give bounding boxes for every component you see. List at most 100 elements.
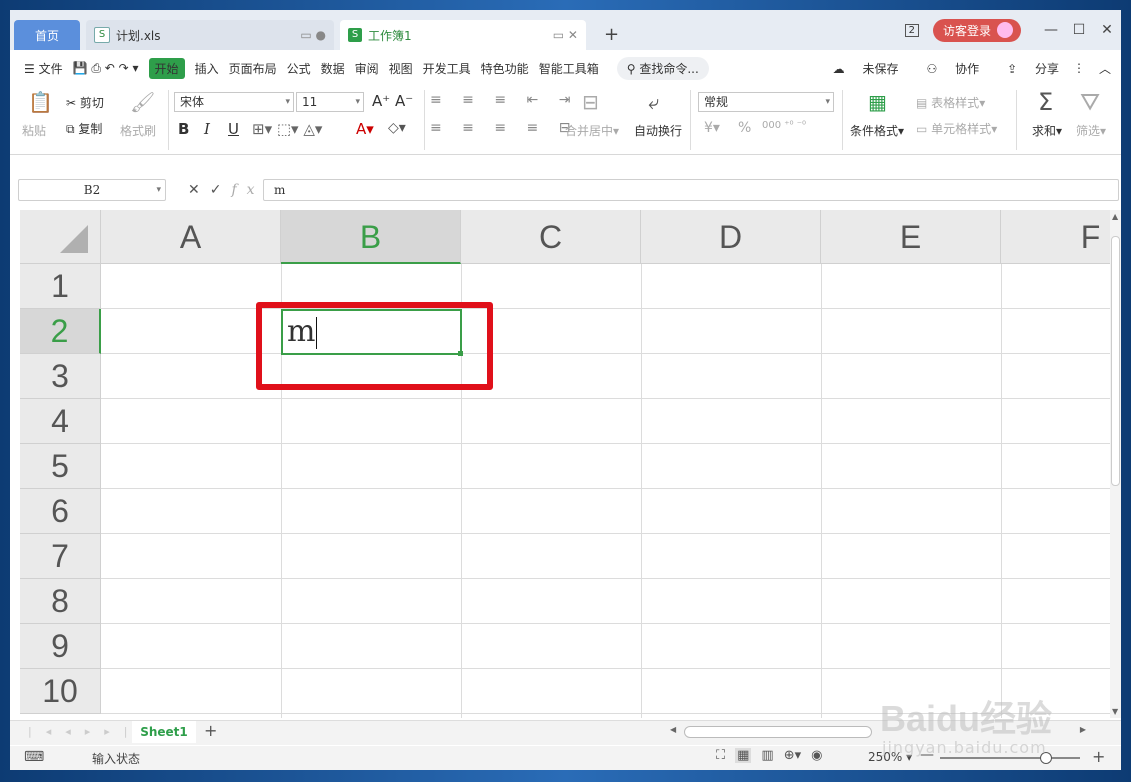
font-size-increase-icon[interactable]: A⁺ A⁻	[372, 92, 413, 110]
underline-button[interactable]: U	[228, 120, 239, 138]
filter-icon[interactable]: ⛛	[1080, 88, 1100, 116]
share-button[interactable]: ⇪ 分享	[993, 60, 1059, 77]
conditional-format-button[interactable]: 条件格式▾	[850, 122, 904, 139]
menu-data[interactable]: 数据	[321, 60, 345, 77]
format-painter-label[interactable]: 格式刷	[120, 122, 156, 139]
zoom-slider-knob[interactable]	[1040, 752, 1052, 764]
paste-label[interactable]: 粘贴	[22, 122, 46, 139]
column-header-e[interactable]: E	[821, 210, 1001, 264]
zoom-out-button[interactable]: —	[920, 747, 934, 763]
align-top-icons[interactable]: ≡ ≡ ≡ ⇤ ⇥	[430, 92, 578, 108]
italic-button[interactable]: I	[204, 120, 210, 138]
tab-home[interactable]: 首页	[14, 20, 80, 50]
menu-formula[interactable]: 公式	[287, 60, 311, 77]
scroll-right-icon[interactable]: ▶	[1080, 725, 1086, 734]
name-box[interactable]: B2 ▾	[18, 179, 166, 201]
row-header-5[interactable]: 5	[20, 444, 101, 489]
formula-input[interactable]: m	[263, 179, 1119, 201]
percent-button[interactable]: %	[738, 120, 751, 136]
filter-button[interactable]: 筛选▾	[1076, 122, 1106, 139]
copy-button[interactable]: ⧉ 复制	[66, 120, 102, 137]
menu-developer[interactable]: 开发工具	[423, 60, 471, 77]
tab-close-icon[interactable]: ▭ ✕	[553, 28, 578, 42]
maximize-button[interactable]: ☐	[1065, 22, 1093, 38]
row-header-7[interactable]: 7	[20, 534, 101, 579]
clear-format-icon[interactable]: ◇▾	[388, 120, 406, 136]
eye-protection-icon[interactable]: ◉	[811, 748, 822, 763]
column-header-c[interactable]: C	[461, 210, 641, 264]
zoom-level[interactable]: 250% ▾	[868, 750, 912, 764]
menu-file[interactable]: ☰ 文件	[24, 60, 63, 77]
row-header-8[interactable]: 8	[20, 579, 101, 624]
macro-record-icon[interactable]: ⌨	[24, 749, 44, 765]
scroll-down-icon[interactable]: ▼	[1112, 707, 1118, 716]
row-header-2[interactable]: 2	[20, 309, 101, 354]
horizontal-scrollbar[interactable]: ◀ ▶	[664, 725, 1090, 739]
scroll-up-icon[interactable]: ▲	[1112, 212, 1118, 221]
menu-smart-tools[interactable]: 智能工具箱	[539, 60, 599, 77]
currency-button[interactable]: ¥▾	[704, 120, 720, 136]
font-size-select[interactable]: 11 ▾	[296, 92, 364, 112]
sum-icon[interactable]: Σ	[1038, 88, 1053, 116]
column-header-f[interactable]: F	[1001, 210, 1110, 264]
unsaved-button[interactable]: ☁ 未保存	[819, 60, 899, 77]
paste-icon[interactable]: 📋	[28, 90, 53, 114]
font-name-select[interactable]: 宋体 ▾	[174, 92, 294, 112]
cancel-icon[interactable]: ✕	[188, 182, 210, 198]
sheet-tab-sheet1[interactable]: Sheet1	[132, 721, 196, 743]
tab-file-controls[interactable]: ▭ ●	[300, 28, 326, 42]
tab-file-plan[interactable]: S 计划.xls ▭ ●	[86, 20, 334, 50]
quick-access-icons[interactable]: 💾 ⎙ ↶ ↷ ▾	[73, 61, 139, 76]
add-sheet-button[interactable]: +	[204, 721, 217, 740]
menu-insert[interactable]: 插入	[195, 60, 219, 77]
vertical-scrollbar[interactable]: ▲ ▼	[1110, 210, 1121, 718]
horizontal-scroll-thumb[interactable]	[684, 726, 872, 738]
tab-workbook1[interactable]: S 工作簿1 ▭ ✕	[340, 20, 586, 50]
guest-login-button[interactable]: 访客登录	[932, 18, 1021, 42]
zoom-in-button[interactable]: +	[1092, 747, 1105, 766]
row-header-10[interactable]: 10	[20, 669, 101, 714]
font-color-icon[interactable]: A▾	[356, 120, 374, 138]
column-header-d[interactable]: D	[641, 210, 821, 264]
format-painter-icon[interactable]: 🖌	[130, 90, 155, 114]
table-style-button[interactable]: ▤ 表格样式▾	[916, 94, 985, 111]
minimize-button[interactable]: —	[1037, 22, 1065, 38]
merge-icon[interactable]: ⊟	[582, 90, 599, 114]
normal-view-icon[interactable]: ▦	[735, 748, 752, 763]
row-header-3[interactable]: 3	[20, 354, 101, 399]
command-search[interactable]: ⚲ 查找命令...	[616, 56, 709, 80]
page-layout-view-icon[interactable]: ▥	[761, 748, 773, 763]
column-header-a[interactable]: A	[101, 210, 281, 264]
row-header-9[interactable]: 9	[20, 624, 101, 669]
close-window-button[interactable]: ✕	[1093, 22, 1121, 38]
zoom-slider[interactable]	[940, 752, 1080, 764]
conditional-format-icon[interactable]: ▦	[868, 90, 887, 114]
more-icon[interactable]: ⋮	[1073, 61, 1085, 75]
menu-features[interactable]: 特色功能	[481, 60, 529, 77]
new-tab-button[interactable]: +	[604, 24, 619, 45]
menu-review[interactable]: 审阅	[355, 60, 379, 77]
menu-view[interactable]: 视图	[389, 60, 413, 77]
fullscreen-icon[interactable]: ⛶	[716, 748, 725, 763]
column-header-b[interactable]: B	[281, 210, 461, 264]
border-icon[interactable]: ⊞▾ ⬚▾ ◬▾	[252, 120, 322, 138]
decimal-icons[interactable]: 000 ⁺⁰ ⁻⁰	[762, 120, 806, 131]
row-header-1[interactable]: 1	[20, 264, 101, 309]
bold-button[interactable]: B	[178, 120, 189, 138]
number-format-select[interactable]: 常规 ▾	[698, 92, 834, 112]
sum-button[interactable]: 求和▾	[1032, 122, 1062, 139]
confirm-icon[interactable]: ✓	[210, 182, 232, 198]
collab-button[interactable]: ⚇ 协作	[912, 60, 979, 77]
merge-center-button[interactable]: 合并居中▾	[565, 122, 619, 139]
row-header-6[interactable]: 6	[20, 489, 101, 534]
window-count-badge[interactable]: 2	[904, 23, 919, 37]
cut-button[interactable]: ✂ 剪切	[66, 94, 104, 111]
page-break-view-icon[interactable]: ⊕▾	[784, 748, 801, 763]
collapse-ribbon-icon[interactable]: ︿	[1099, 60, 1111, 77]
row-header-4[interactable]: 4	[20, 399, 101, 444]
wrap-text-icon[interactable]: ⤶	[648, 90, 659, 114]
wrap-text-button[interactable]: 自动换行	[634, 122, 682, 139]
vertical-scroll-thumb[interactable]	[1111, 236, 1120, 486]
formula-action-icons[interactable]: ✕✓fx	[188, 182, 265, 198]
align-left-icons[interactable]: ≡ ≡ ≡ ≡ ⊟	[430, 120, 578, 136]
